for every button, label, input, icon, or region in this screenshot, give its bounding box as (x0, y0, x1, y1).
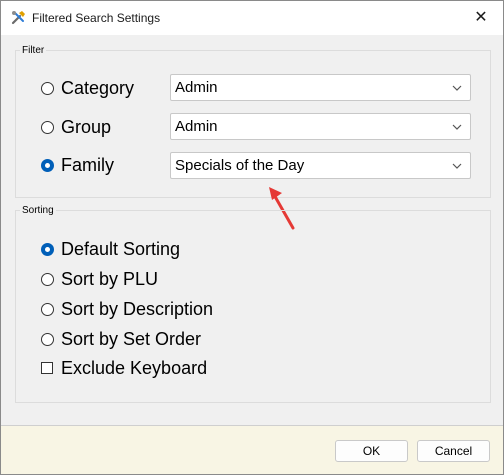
chevron-down-icon[interactable] (450, 81, 464, 95)
radio-sort-by-plu[interactable]: Sort by PLU (41, 268, 158, 290)
exclude-keyboard-checkbox-indicator[interactable] (41, 362, 53, 374)
family-dropdown[interactable]: Specials of the Day (170, 152, 471, 179)
group-dropdown-value: Admin (175, 118, 218, 135)
radio-category[interactable]: Category (41, 77, 134, 99)
radio-sort-by-set-order-label: Sort by Set Order (61, 328, 202, 349)
family-dropdown-value: Specials of the Day (175, 157, 305, 174)
filter-legend: Filter (22, 45, 45, 56)
title-bar: Filtered Search Settings ✕ (1, 1, 503, 35)
chevron-down-icon[interactable] (450, 159, 464, 173)
exclude-keyboard-label: Exclude Keyboard (61, 357, 208, 378)
category-dropdown-value: Admin (175, 79, 218, 96)
dialog-window: Filtered Search Settings ✕ Filter Catego… (0, 0, 504, 475)
ok-button[interactable]: OK (335, 440, 408, 462)
category-dropdown[interactable]: Admin (170, 74, 471, 101)
tools-icon (11, 11, 25, 25)
sorting-legend: Sorting (22, 205, 54, 216)
radio-category-label: Category (61, 77, 135, 98)
radio-group-indicator[interactable] (41, 120, 54, 134)
radio-sort-by-description-label: Sort by Description (61, 298, 214, 319)
radio-family[interactable]: Family (41, 154, 114, 176)
radio-sort-by-set-order[interactable]: Sort by Set Order (41, 328, 201, 350)
radio-group[interactable]: Group (41, 116, 111, 138)
radio-sort-by-plu-indicator[interactable] (41, 272, 54, 286)
radio-sort-by-description[interactable]: Sort by Description (41, 298, 213, 320)
chevron-down-icon[interactable] (450, 120, 464, 134)
radio-sort-by-description-indicator[interactable] (41, 302, 54, 316)
button-bar: OK Cancel (1, 425, 503, 474)
radio-default-sorting-label: Default Sorting (61, 238, 181, 259)
close-icon: ✕ (474, 9, 488, 26)
radio-default-sorting[interactable]: Default Sorting (41, 238, 180, 260)
radio-family-label: Family (61, 154, 114, 175)
radio-family-indicator[interactable] (41, 158, 54, 172)
radio-group-label: Group (61, 116, 112, 137)
cancel-button[interactable]: Cancel (417, 440, 490, 462)
close-button[interactable]: ✕ (459, 1, 503, 33)
radio-default-sorting-indicator[interactable] (41, 242, 54, 256)
dialog-body: Filter Category Admin Group Admin Family (1, 35, 503, 425)
radio-sort-by-set-order-indicator[interactable] (41, 332, 54, 346)
exclude-keyboard-checkbox[interactable]: Exclude Keyboard (41, 357, 207, 379)
radio-sort-by-plu-label: Sort by PLU (61, 268, 159, 289)
window-title: Filtered Search Settings (32, 11, 161, 25)
radio-category-indicator[interactable] (41, 81, 54, 95)
group-dropdown[interactable]: Admin (170, 113, 471, 140)
